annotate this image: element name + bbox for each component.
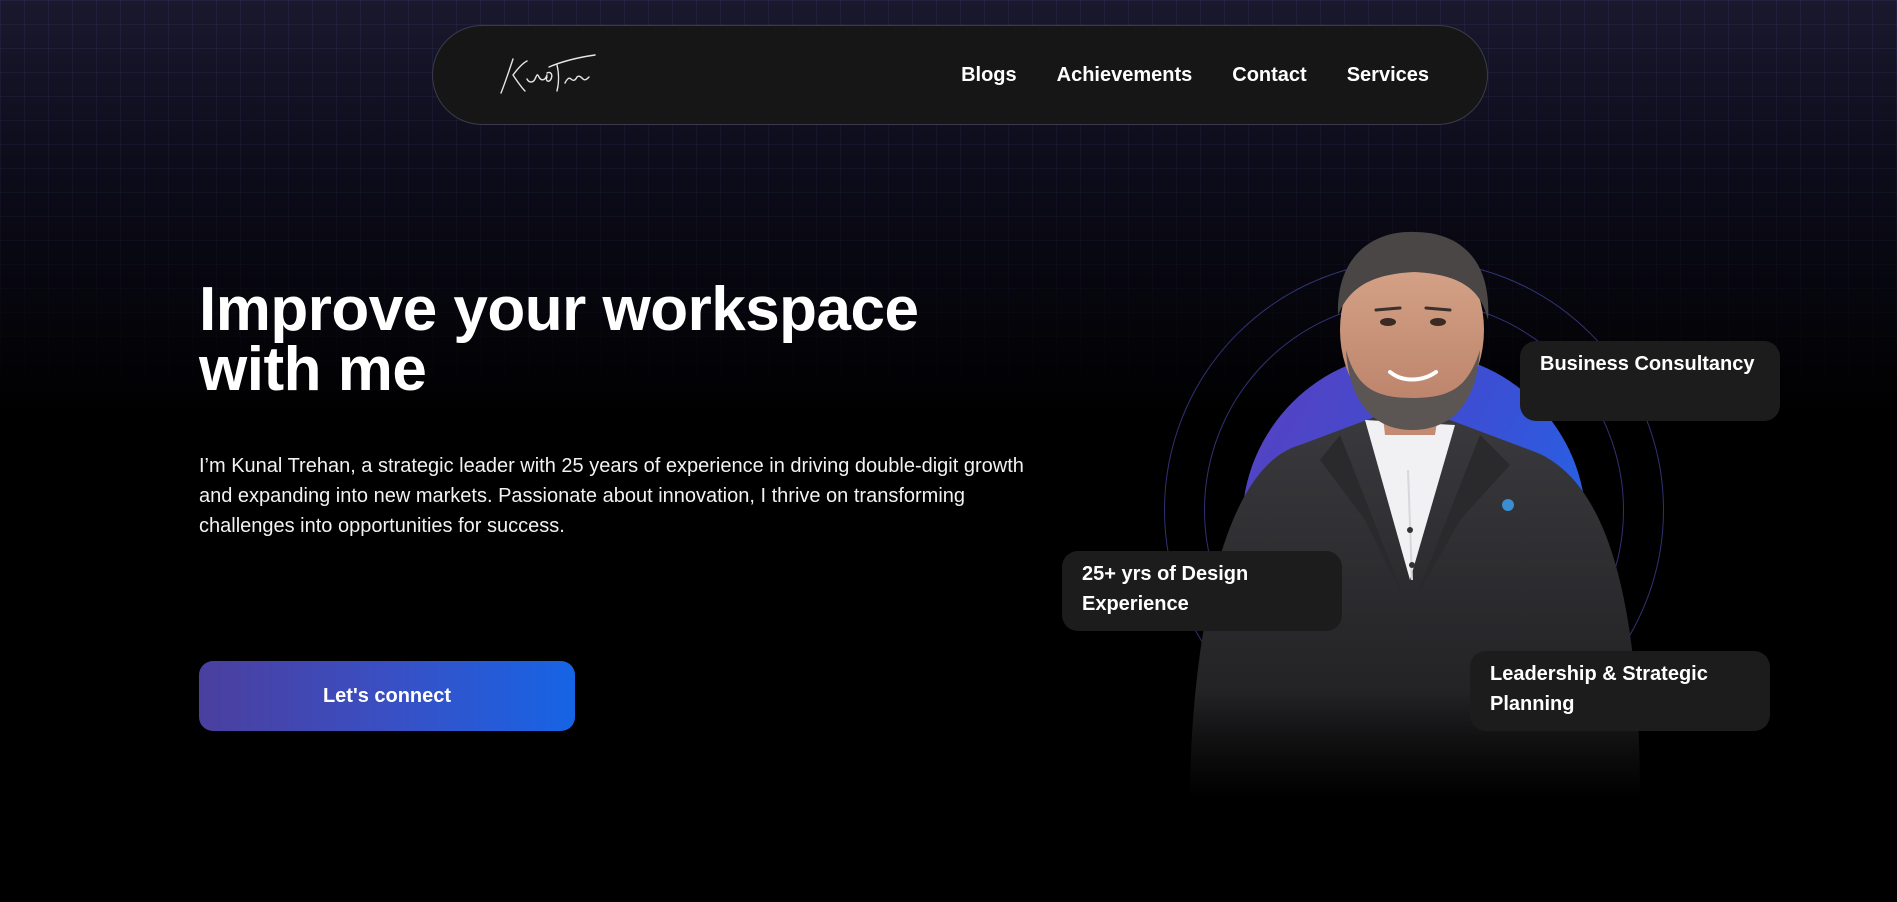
tag-design-experience: 25+ yrs of Design Experience — [1062, 551, 1342, 631]
hero-title-line-2: with me — [199, 335, 427, 404]
hero-description: I’m Kunal Trehan, a strategic leader wit… — [199, 455, 1024, 537]
nav-link-achievements[interactable]: Achievements — [1057, 64, 1193, 87]
signature-logo-icon — [500, 54, 596, 94]
navbar: Blogs Achievements Contact Services — [432, 25, 1488, 125]
nav-link-blogs[interactable]: Blogs — [961, 64, 1017, 87]
signature-logo[interactable] — [491, 45, 601, 105]
lets-connect-button[interactable]: Let's connect — [199, 661, 575, 731]
nav-link-contact[interactable]: Contact — [1232, 64, 1306, 87]
nav-link-services[interactable]: Services — [1347, 64, 1429, 87]
hero-title-line-1: Improve your workspace — [199, 275, 919, 344]
tag-leadership-planning: Leadership & Strategic Planning — [1470, 651, 1770, 731]
hero-title: Improve your workspace with me — [199, 279, 1019, 401]
nav-links: Blogs Achievements Contact Services — [961, 64, 1429, 87]
page: Blogs Achievements Contact Services Impr… — [0, 0, 1897, 902]
tag-business-consultancy: Business Consultancy — [1520, 341, 1780, 421]
